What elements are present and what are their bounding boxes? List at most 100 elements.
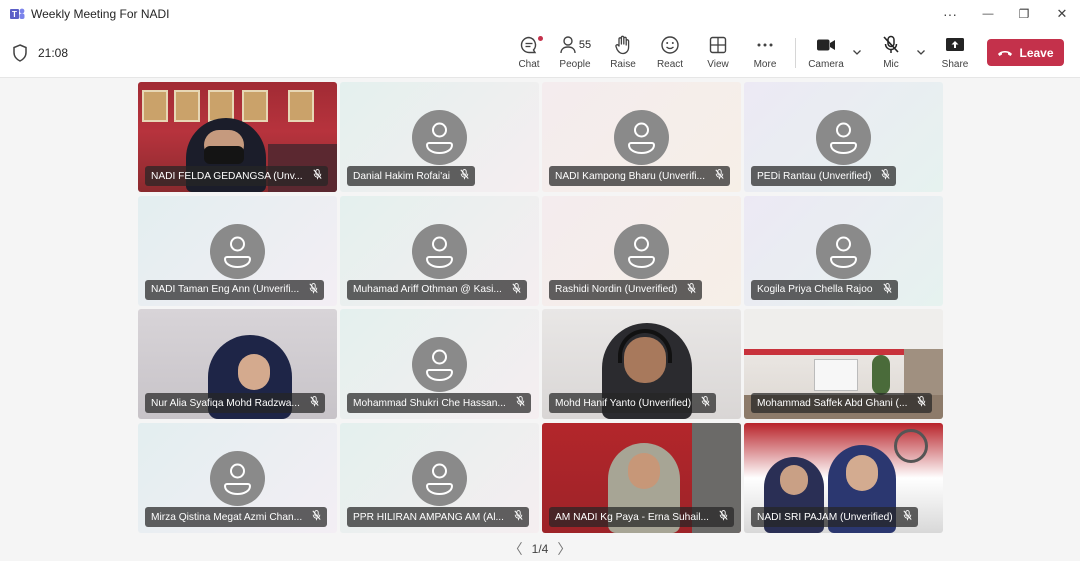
participant-name-tag: PPR HILIRAN AMPANG AM (Al... <box>347 507 529 528</box>
default-avatar-icon <box>412 110 467 165</box>
mic-muted-icon <box>514 510 523 524</box>
mic-muted-icon <box>882 282 892 297</box>
default-avatar-icon <box>210 451 265 507</box>
mic-muted-icon <box>310 396 319 410</box>
chat-button[interactable]: Chat <box>516 34 543 74</box>
toolbar-separator <box>795 38 796 68</box>
prev-page-button[interactable]: 〈 <box>506 539 526 559</box>
participant-name-tag: Nur Alia Syafiqa Mohd Radzwa... <box>145 393 325 414</box>
shield-icon <box>13 44 27 62</box>
default-avatar-icon <box>816 223 871 279</box>
participant-name: Mohammad Saffek Abd Ghani (... <box>757 397 908 409</box>
participant-name: AM NADI Kg Paya - Erna Suhail... <box>555 511 709 523</box>
participant-name-tag: NADI Kampong Bharu (Unverifi... <box>549 166 731 186</box>
participant-name: Mohammad Shukri Che Hassan... <box>353 397 506 409</box>
participant-name-tag: Mohammad Saffek Abd Ghani (... <box>751 393 933 414</box>
participant-tile[interactable]: NADI SRI PAJAM (Unverified) <box>744 423 943 534</box>
participant-name: PPR HILIRAN AMPANG AM (Al... <box>353 511 504 523</box>
participant-name: Muhamad Ariff Othman @ Kasi... <box>353 284 502 296</box>
more-button[interactable]: More <box>752 34 778 74</box>
camera-options-chevron-icon[interactable] <box>851 46 863 58</box>
mic-muted-icon <box>516 396 525 410</box>
people-button[interactable]: 55 People <box>558 34 592 74</box>
participant-tile[interactable]: Muhamad Ariff Othman @ Kasi... <box>340 195 539 306</box>
maximize-button[interactable]: ❐ <box>1004 0 1044 28</box>
participant-tile[interactable]: Mohd Hanif Yanto (Unverified) <box>542 309 741 420</box>
default-avatar-icon <box>614 223 669 279</box>
more-horizontal-icon <box>757 43 773 47</box>
meeting-toolbar: 21:08 Chat 55 People Raise React View Mo… <box>0 28 1080 78</box>
mic-muted-icon <box>715 169 724 183</box>
mic-options-chevron-icon[interactable] <box>915 46 927 58</box>
participant-name-tag: NADI SRI PAJAM (Unverified) <box>751 507 918 528</box>
hang-up-icon <box>998 50 1013 56</box>
participant-tile[interactable]: Mohammad Shukri Che Hassan... <box>340 309 539 420</box>
participant-tile[interactable]: Rashidi Nordin (Unverified) <box>542 195 741 306</box>
mic-muted-icon <box>701 396 710 410</box>
participant-name: Nur Alia Syafiqa Mohd Radzwa... <box>151 397 300 409</box>
camera-label: Camera <box>808 59 844 70</box>
grid-view-icon <box>709 36 727 54</box>
camera-button[interactable]: Camera <box>808 34 844 74</box>
more-dots-icon: ··· <box>943 6 957 22</box>
close-icon: ✕ <box>1056 6 1068 21</box>
participant-name: Danial Hakim Rofai'ai <box>353 170 451 182</box>
smiley-icon <box>661 36 679 54</box>
leave-button[interactable]: Leave <box>987 39 1064 66</box>
raise-hand-button[interactable]: Raise <box>610 34 636 74</box>
participant-tile[interactable]: Kogila Priya Chella Rajoo <box>744 195 943 306</box>
react-button[interactable]: React <box>657 34 683 74</box>
minimize-icon: — <box>982 8 994 20</box>
share-button[interactable]: Share <box>941 34 969 74</box>
raise-hand-icon <box>615 35 630 55</box>
participant-name-tag: Kogila Priya Chella Rajoo <box>751 279 898 300</box>
people-label: People <box>559 59 591 70</box>
view-button[interactable]: View <box>705 34 731 74</box>
default-avatar-icon <box>210 223 265 279</box>
participant-name-tag: NADI FELDA GEDANGSA (Unv... <box>145 166 328 186</box>
raise-label: Raise <box>610 59 636 70</box>
mic-off-icon <box>883 35 899 53</box>
participant-name-tag: Muhamad Ariff Othman @ Kasi... <box>347 279 527 300</box>
participant-name-tag: PEDi Rantau (Unverified) <box>751 166 897 186</box>
participant-tile[interactable]: PPR HILIRAN AMPANG AM (Al... <box>340 423 539 534</box>
leave-label: Leave <box>1019 45 1054 60</box>
react-label: React <box>656 59 684 70</box>
next-page-button[interactable]: 〉 <box>554 539 574 559</box>
participant-name-tag: Mohd Hanif Yanto (Unverified) <box>549 393 717 414</box>
meeting-timer: 21:08 <box>38 46 69 60</box>
pager: 〈 1/4 〉 <box>0 540 1080 558</box>
participant-name: NADI SRI PAJAM (Unverified) <box>757 511 893 523</box>
share-label: Share <box>941 59 969 70</box>
participant-name-tag: Danial Hakim Rofai'ai <box>347 166 476 186</box>
default-avatar-icon <box>412 451 467 507</box>
participant-tile[interactable]: AM NADI Kg Paya - Erna Suhail... <box>542 423 741 534</box>
participant-name-tag: Mirza Qistina Megat Azmi Chan... <box>145 507 328 528</box>
participant-tile[interactable]: Mohammad Saffek Abd Ghani (... <box>744 309 943 420</box>
window-more-button[interactable]: ··· <box>930 0 970 28</box>
participant-name-tag: Mohammad Shukri Che Hassan... <box>347 393 531 414</box>
chat-label: Chat <box>518 59 540 70</box>
mic-muted-icon <box>309 282 318 297</box>
participant-name: Mirza Qistina Megat Azmi Chan... <box>151 511 303 523</box>
participant-name-tag: NADI Taman Eng Ann (Unverifi... <box>145 279 325 300</box>
participant-tile[interactable]: Mirza Qistina Megat Azmi Chan... <box>138 423 337 534</box>
participant-name: Mohd Hanif Yanto (Unverified) <box>555 397 692 409</box>
participant-tile[interactable]: PEDi Rantau (Unverified) <box>744 82 943 192</box>
participant-tile[interactable]: NADI FELDA GEDANGSA (Unv... <box>138 82 337 192</box>
participant-tile[interactable]: Nur Alia Syafiqa Mohd Radzwa... <box>138 309 337 420</box>
mic-muted-icon <box>881 169 890 183</box>
default-avatar-icon <box>412 337 467 393</box>
participant-tile[interactable]: NADI Taman Eng Ann (Unverifi... <box>138 195 337 306</box>
chat-unread-dot <box>538 36 543 41</box>
minimize-button[interactable]: — <box>968 0 1008 28</box>
mic-button[interactable]: Mic <box>878 34 904 74</box>
participant-tile[interactable]: NADI Kampong Bharu (Unverifi... <box>542 82 741 192</box>
mic-muted-icon <box>719 510 728 524</box>
mic-muted-icon <box>460 169 469 183</box>
window-title: Weekly Meeting For NADI <box>31 7 170 21</box>
participant-tile[interactable]: Danial Hakim Rofai'ai <box>340 82 539 192</box>
close-button[interactable]: ✕ <box>1042 0 1080 28</box>
default-avatar-icon <box>816 110 871 165</box>
participant-name: Rashidi Nordin (Unverified) <box>555 284 678 296</box>
